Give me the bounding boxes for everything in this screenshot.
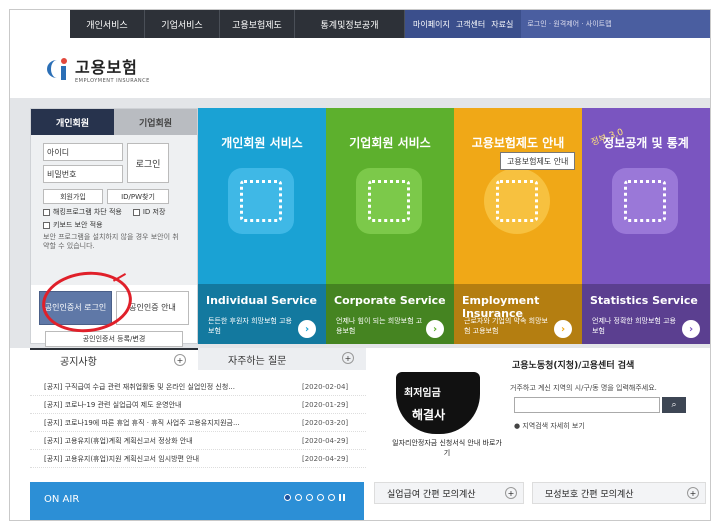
customer-center-link[interactable]: 고객센터 <box>456 19 485 30</box>
tile-subtitle: 든든한 후원자 희망보험 고용보험 <box>208 317 292 335</box>
save-id-checkbox[interactable] <box>132 208 140 216</box>
maternity-calc-link[interactable]: 모성보호 간편 모의계산 + <box>532 482 706 504</box>
notice-list: [공지] 구직급여 수급 관련 재취업활동 및 온라인 실업인정 신청... [2… <box>30 378 366 468</box>
tile-title: 기업회원 서비스 <box>349 136 431 150</box>
plus-icon[interactable]: + <box>505 487 517 499</box>
list-item[interactable]: [공지] 고용유지(휴업)계획 계획신고서 정상화 안내 [2020-04-29] <box>30 432 366 450</box>
keyboard-security-checkbox[interactable] <box>43 221 50 229</box>
carousel-dot[interactable] <box>295 494 302 501</box>
site-logo[interactable]: 고용보험 EMPLOYMENT INSURANCE <box>45 54 150 84</box>
pause-icon[interactable] <box>339 494 345 501</box>
tile-corporate-service[interactable]: 기업회원 서비스 Corporate Service 언제나 힘이 되는 희망보… <box>326 108 454 344</box>
region-search-input[interactable] <box>514 397 660 413</box>
plus-icon[interactable]: + <box>687 487 699 499</box>
utility-menu: 마이페이지 고객센터 자료실 <box>405 10 522 38</box>
id-input[interactable]: 아이디 <box>43 143 123 161</box>
onair-banner: ON AIR <box>30 482 364 520</box>
search-icon[interactable]: ⌕ <box>662 397 686 413</box>
signup-button[interactable]: 회원가입 <box>43 189 103 204</box>
carousel-dots <box>284 494 345 501</box>
tab-personal-member[interactable]: 개인회원 <box>31 109 114 135</box>
carousel-dot[interactable] <box>284 494 291 501</box>
login-link[interactable]: 로그인 · 원격제어 · 사이트맵 <box>527 19 611 29</box>
menu-business[interactable]: 기업서비스 <box>145 10 220 38</box>
region-search-link[interactable]: ● 지역검색 자세히 보기 <box>514 421 710 431</box>
cert-register-button[interactable]: 공인인증서 등록/변경 <box>45 331 183 347</box>
password-input[interactable]: 비밀번호 <box>43 165 123 183</box>
hacking-block-checkbox[interactable] <box>43 208 50 216</box>
menu-personal[interactable]: 개인서비스 <box>70 10 145 38</box>
search-heading: 고용노동청(지청)/고용센터 검색 <box>512 361 635 371</box>
tab-business-member[interactable]: 기업회원 <box>114 109 197 135</box>
tile-subtitle: 언제나 힘이 되는 희망보험 고용보험 <box>336 317 423 335</box>
browser-page: 개인서비스 기업서비스 고용보험제도 통계및정보공개 마이페이지 고객센터 자료… <box>9 9 711 521</box>
hacking-block-label: 해킹프로그램 차단 적용 <box>53 208 122 216</box>
minimum-wage-banner[interactable]: 최저임금 해결사 일자리안정자금 신청서식 안내 바로가기 <box>382 362 502 462</box>
main-menu: 개인서비스 기업서비스 고용보험제도 통계및정보공개 <box>70 10 405 38</box>
logo-korean: 고용보험 <box>75 58 138 77</box>
list-item[interactable]: [공지] 구직급여 수급 관련 재취업활동 및 온라인 실업인정 신청... [2… <box>30 378 366 396</box>
office-search: 고용노동청(지청)/고용센터 검색 거주하고 계신 지역의 시/구/동 명을 입… <box>510 358 710 431</box>
plus-icon[interactable]: + <box>342 352 354 364</box>
tab-faq-label: 자주하는 질문 <box>228 355 287 367</box>
tile-subtitle: 근로자와 기업의 약속 희망보험 고용보험 <box>464 317 548 335</box>
plus-icon[interactable]: + <box>174 354 186 366</box>
list-item[interactable]: [공지] 코로나-19 관련 실업급여 제도 운영안내 [2020-01-29] <box>30 396 366 414</box>
list-item[interactable]: [공지] 코로나19에 따른 휴업 휴직 · 휴직 사업주 고용유지지원금...… <box>30 414 366 432</box>
menu-insurance[interactable]: 고용보험제도 <box>220 10 295 38</box>
list-item[interactable]: [공지] 고용유지(휴업)지원 계획신고서 임시방편 안내 [2020-04-29… <box>30 450 366 468</box>
tile-english: Corporate Service <box>334 294 446 307</box>
menu-statistics[interactable]: 통계및정보공개 <box>295 10 405 38</box>
tile-english: Statistics Service <box>590 294 698 307</box>
search-description: 거주하고 계신 지역의 시/구/동 명을 입력해주세요. <box>510 384 657 392</box>
tile-english: Individual Service <box>206 294 317 307</box>
tile-title: 고용보험제도 안내 <box>471 136 565 150</box>
security-notice: 보안 프로그램을 설치하지 않을 경우 보안이 취약할 수 있습니다. <box>43 233 179 250</box>
login-links: 로그인 · 원격제어 · 사이트맵 <box>521 10 710 38</box>
logo-icon <box>45 56 73 82</box>
save-id-label: ID 저장 <box>142 208 166 216</box>
login-button[interactable]: 로그인 <box>127 143 169 183</box>
banner-line1: 최저임금 <box>404 388 441 399</box>
find-idpw-button[interactable]: ID/PW찾기 <box>107 189 169 204</box>
arrow-right-icon[interactable]: › <box>298 320 316 338</box>
carousel-dot[interactable] <box>328 494 335 501</box>
keyboard-security-label: 키보드 보안 적용 <box>53 221 103 229</box>
arrow-right-icon[interactable]: › <box>682 320 700 338</box>
onair-label: ON AIR <box>44 494 80 505</box>
tile-title: 개인회원 서비스 <box>221 136 303 150</box>
shield-icon <box>396 372 480 434</box>
logo-english: EMPLOYMENT INSURANCE <box>75 78 150 84</box>
tab-notice[interactable]: 공지사항 + <box>30 348 198 370</box>
top-nav: 개인서비스 기업서비스 고용보험제도 통계및정보공개 마이페이지 고객센터 자료… <box>10 10 710 38</box>
carousel-dot[interactable] <box>317 494 324 501</box>
arrow-right-icon[interactable]: › <box>426 320 444 338</box>
tab-notice-label: 공지사항 <box>60 356 97 368</box>
mypage-link[interactable]: 마이페이지 <box>413 19 450 30</box>
tile-employment-insurance[interactable]: 고용보험제도 안내 Employment Insurance 근로자와 기업의 … <box>454 108 582 344</box>
tab-faq[interactable]: 자주하는 질문 + <box>198 348 366 370</box>
banner-caption: 일자리안정자금 신청서식 안내 바로가기 <box>392 439 502 457</box>
arrow-right-icon[interactable]: › <box>554 320 572 338</box>
tile-subtitle: 언제나 정확한 희망보험 고용보험 <box>592 317 676 335</box>
resources-link[interactable]: 자료실 <box>491 19 513 30</box>
unemployment-calc-link[interactable]: 실업급여 간편 모의계산 + <box>374 482 524 504</box>
banner-line2: 해결사 <box>412 408 446 422</box>
tile-statistics-service[interactable]: 정부 3.0 정보공개 및 통계 Statistics Service 언제나 … <box>582 108 710 344</box>
tile-individual-service[interactable]: 개인회원 서비스 Individual Service 든든한 후원자 희망보험… <box>198 108 326 344</box>
notice-tabs: 공지사항 + 자주하는 질문 + <box>30 348 366 370</box>
carousel-dot[interactable] <box>306 494 313 501</box>
tooltip: 고용보험제도 안내 <box>500 152 576 170</box>
